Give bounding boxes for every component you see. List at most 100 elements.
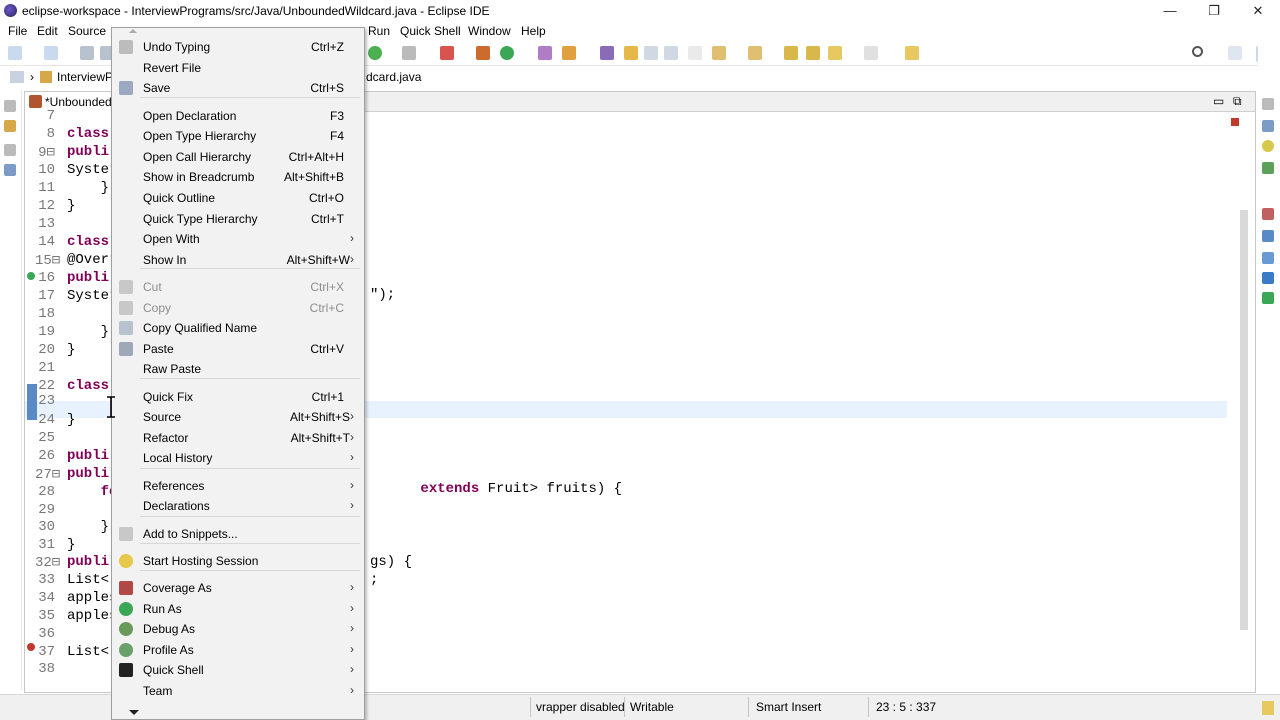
menu-item-undo-typing[interactable]: Undo Typing Ctrl+Z (112, 37, 364, 57)
menu-item-save[interactable]: Save Ctrl+S (112, 78, 364, 98)
menu-item-profile-as[interactable]: Profile As › (112, 640, 364, 660)
submenu-arrow-icon: › (350, 580, 354, 594)
text-cursor-icon (106, 396, 116, 418)
forward-icon[interactable] (828, 46, 842, 60)
scrollbar-thumb[interactable] (1240, 210, 1248, 630)
menu-item-refactor[interactable]: Refactor Alt+Shift+T › (112, 428, 364, 448)
menu-quick-shell[interactable]: Quick Shell (400, 24, 461, 38)
debug-toolbar-icon[interactable] (368, 46, 382, 60)
block-selection-icon[interactable] (664, 46, 678, 60)
restore-view-icon-2[interactable] (4, 144, 16, 156)
restore-view-icon[interactable] (4, 100, 16, 112)
problems-icon[interactable] (1262, 162, 1274, 174)
breakpoints-icon[interactable] (1262, 208, 1274, 220)
menu-scroll-down-icon[interactable] (129, 710, 139, 715)
previous-annotation-icon[interactable] (748, 46, 762, 60)
search-toolbar-icon[interactable] (562, 46, 576, 60)
profile-toolbar-icon[interactable] (440, 46, 454, 60)
minimize-editor-icon[interactable]: ▭ (1213, 94, 1224, 108)
open-task-icon[interactable] (624, 46, 638, 60)
menu-item-open-with[interactable]: Open With › (112, 229, 364, 249)
menu-file[interactable]: File (8, 24, 27, 38)
menu-item-add-to-snippets[interactable]: Add to Snippets... (112, 524, 364, 544)
maximize-editor-icon[interactable]: ⧉ (1233, 94, 1242, 109)
menu-item-open-call-hierarchy[interactable]: Open Call Hierarchy Ctrl+Alt+H (112, 147, 364, 167)
menu-item-team[interactable]: Team › (112, 681, 364, 701)
install-icon[interactable] (1262, 292, 1274, 304)
last-edit-icon[interactable] (784, 46, 798, 60)
console-icon[interactable] (4, 164, 16, 176)
menu-scroll-up-icon[interactable] (129, 29, 137, 33)
restore-button[interactable]: ❐ (1192, 0, 1236, 22)
line-number: 7 (46, 108, 55, 124)
restore-right-icon[interactable] (1262, 98, 1274, 110)
menu-item-paste[interactable]: Paste Ctrl+V (112, 339, 364, 359)
menu-item-quick-type-hierarchy[interactable]: Quick Type Hierarchy Ctrl+T (112, 209, 364, 229)
code-fragment-line32: gs) { (370, 554, 413, 570)
outline-icon[interactable] (1262, 120, 1274, 132)
menu-item-source[interactable]: Source Alt+Shift+S › (112, 407, 364, 427)
pin-editor-icon[interactable] (905, 46, 919, 60)
new-wizard-icon[interactable] (44, 46, 58, 60)
menu-item-run-as[interactable]: Run As › (112, 599, 364, 619)
error-marker-icon[interactable] (27, 643, 35, 651)
open-perspective-icon[interactable] (1228, 46, 1242, 60)
menu-item-copy-qualified-name[interactable]: Copy Qualified Name (112, 318, 364, 338)
external-tools-icon[interactable] (476, 46, 490, 60)
menu-item-shortcut: Alt+Shift+S (289, 410, 350, 424)
menu-item-open-type-hierarchy[interactable]: Open Type Hierarchy F4 (112, 126, 364, 146)
menu-item-references[interactable]: References › (112, 476, 364, 496)
menu-item-cut[interactable]: Cut Ctrl+X (112, 277, 364, 297)
breadcrumb-file[interactable]: dcard.java (366, 70, 421, 84)
override-marker-icon[interactable] (27, 272, 35, 280)
code-line: Syster (67, 162, 118, 178)
menu-item-declarations[interactable]: Declarations › (112, 496, 364, 516)
menu-item-label: Show in Breadcrumb (143, 170, 255, 184)
menu-run[interactable]: Run (368, 24, 390, 38)
menu-edit[interactable]: Edit (37, 24, 58, 38)
breadcrumb-project[interactable]: InterviewPr (57, 70, 117, 84)
mark-occurrences-icon[interactable] (644, 46, 658, 60)
close-button[interactable]: ✕ (1236, 0, 1280, 22)
menu-item-show-in-breadcrumb[interactable]: Show in Breadcrumb Alt+Shift+B (112, 167, 364, 187)
javadoc-icon[interactable] (1262, 230, 1274, 242)
menu-item-show-in[interactable]: Show In Alt+Shift+W › (112, 250, 364, 270)
new-icon[interactable] (8, 46, 22, 60)
vertical-scrollbar[interactable] (1237, 114, 1251, 682)
menu-item-raw-paste[interactable]: Raw Paste (112, 359, 364, 379)
menu-item-open-declaration[interactable]: Open Declaration F3 (112, 106, 364, 126)
servers-icon[interactable] (1262, 272, 1274, 284)
run-toolbar-icon[interactable] (500, 46, 514, 60)
menu-item-quick-shell[interactable]: Quick Shell › (112, 660, 364, 680)
save-icon[interactable] (80, 46, 94, 60)
open-type-icon[interactable] (600, 46, 614, 60)
task-list-icon[interactable] (1262, 140, 1274, 152)
menu-item-revert-file[interactable]: Revert File (112, 58, 364, 78)
declaration-icon[interactable] (1262, 252, 1274, 264)
package-explorer-icon[interactable] (4, 120, 16, 132)
forward-disabled-icon[interactable] (864, 46, 878, 60)
back-icon[interactable] (806, 46, 820, 60)
lightbulb-icon[interactable] (1262, 701, 1274, 715)
menu-item-start-hosting-session[interactable]: Start Hosting Session (112, 551, 364, 571)
menu-item-copy[interactable]: Copy Ctrl+C (112, 298, 364, 318)
show-whitespace-icon[interactable] (688, 46, 702, 60)
line-number: 16 (38, 270, 55, 286)
menu-help[interactable]: Help (521, 24, 546, 38)
menu-item-shortcut: Ctrl+S (310, 81, 344, 95)
minimize-button[interactable]: — (1148, 0, 1192, 22)
search-icon[interactable] (1192, 46, 1203, 57)
menu-item-debug-as[interactable]: Debug As › (112, 619, 364, 639)
error-overview-marker-icon[interactable] (1231, 118, 1239, 126)
menu-item-coverage-as[interactable]: Coverage As › (112, 578, 364, 598)
coverage-toolbar-icon[interactable] (538, 46, 552, 60)
line-number: 35 (38, 608, 55, 624)
menu-item-local-history[interactable]: Local History › (112, 448, 364, 468)
next-annotation-icon[interactable] (712, 46, 726, 60)
terminate-icon[interactable] (402, 46, 416, 60)
menu-window[interactable]: Window (468, 24, 511, 38)
menu-source[interactable]: Source (68, 24, 106, 38)
menu-item-quick-outline[interactable]: Quick Outline Ctrl+O (112, 188, 364, 208)
code-line: publi (67, 466, 110, 482)
menu-item-quick-fix[interactable]: Quick Fix Ctrl+1 (112, 387, 364, 407)
